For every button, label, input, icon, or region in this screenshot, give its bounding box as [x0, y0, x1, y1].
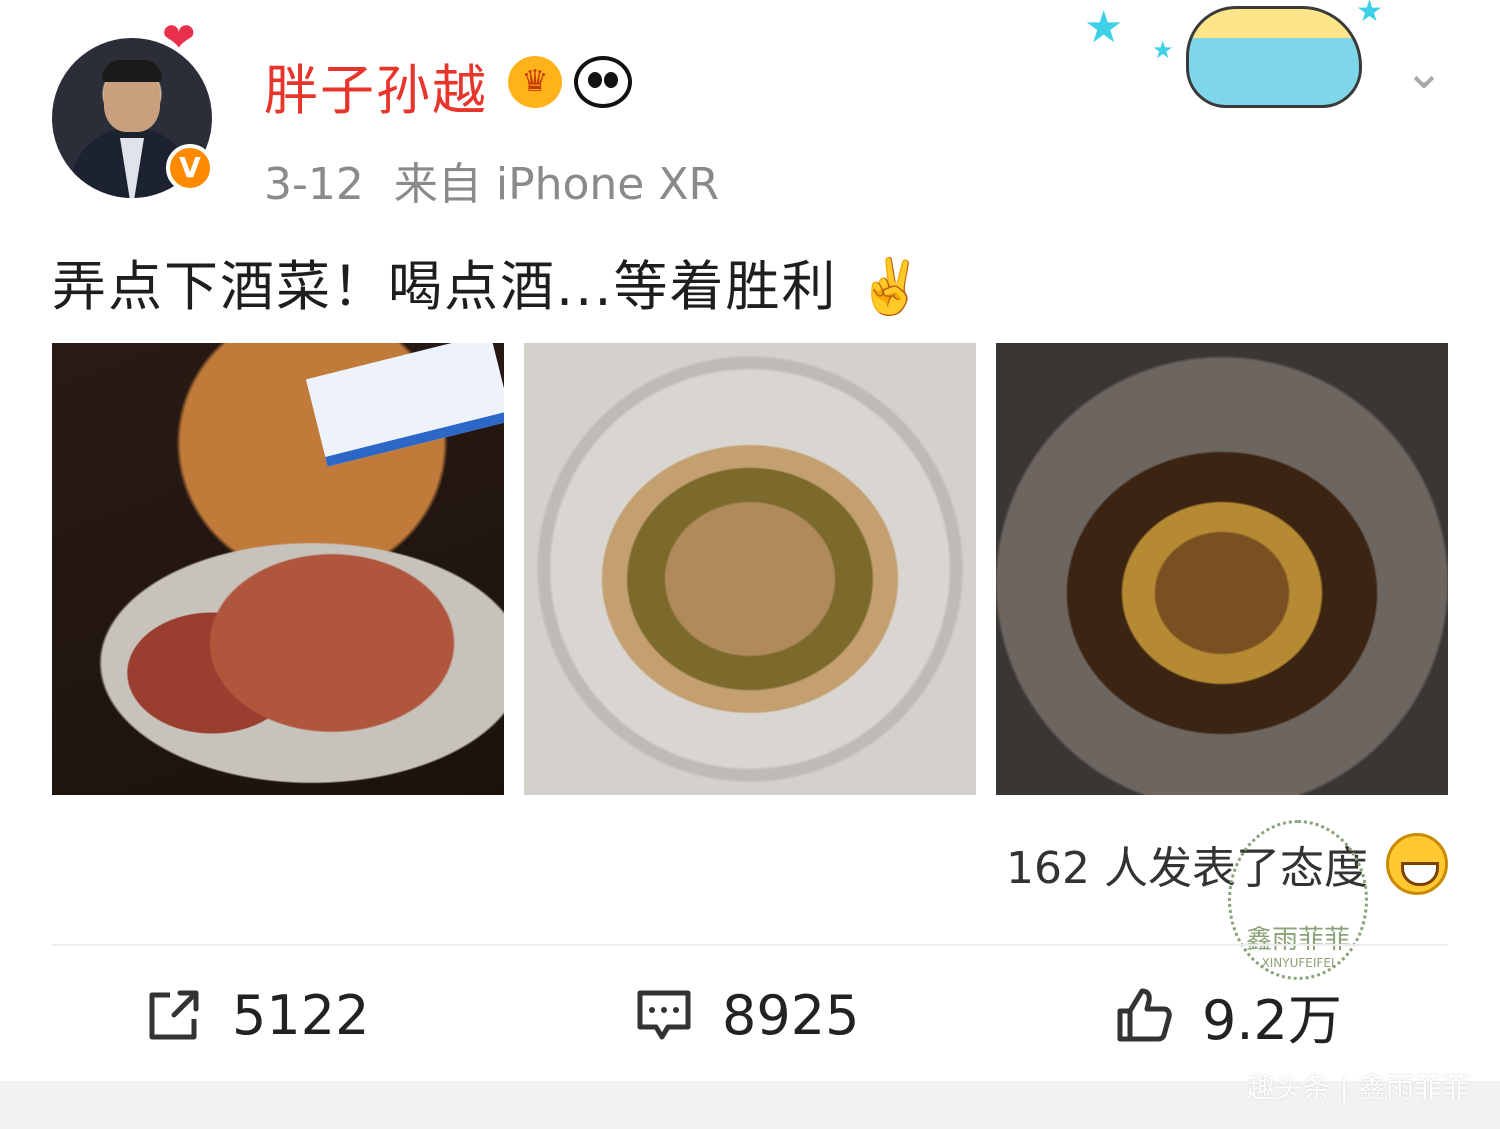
crown-badge-icon[interactable]: ♛ — [508, 56, 562, 108]
post-text-body: 弄点下酒菜！喝点酒...等着胜利 — [52, 255, 838, 318]
verified-badge-icon: V — [166, 144, 214, 192]
heart-decoration-icon: ❤ — [162, 15, 196, 61]
thumbs-up-icon — [1117, 988, 1172, 1042]
post-meta: 3-12 来自 iPhone XR — [264, 148, 719, 212]
panda-badge-icon[interactable] — [574, 56, 632, 108]
chevron-down-icon[interactable]: ⌄ — [1396, 44, 1452, 100]
username[interactable]: 胖子孙越 — [264, 46, 488, 125]
share-count: 5122 — [232, 983, 370, 1047]
like-button[interactable]: 9.2万 — [1114, 965, 1342, 1065]
comment-button[interactable]: 8925 — [634, 965, 859, 1065]
like-count: 9.2万 — [1202, 988, 1342, 1052]
comment-icon — [637, 990, 691, 1040]
watermark-logo: 鑫雨菲菲 XINYUFEIFEI — [1228, 820, 1368, 980]
share-button[interactable]: 5122 — [144, 965, 369, 1065]
divider — [52, 944, 1448, 946]
avatar[interactable]: V — [52, 38, 214, 200]
photo-thumbnail[interactable] — [52, 343, 504, 795]
star-icon: ★ — [1084, 2, 1124, 53]
share-icon — [149, 990, 199, 1040]
wipes-pack — [305, 343, 504, 467]
photo-thumbnail[interactable] — [996, 343, 1448, 795]
photo-thumbnail[interactable] — [524, 343, 976, 795]
post-date: 3-12 — [264, 159, 364, 210]
star-icon: ★ — [1356, 0, 1383, 29]
photo-grid — [52, 343, 1448, 795]
grinning-face-icon — [1386, 833, 1448, 895]
star-icon: ★ — [1152, 36, 1174, 64]
post-source: 来自 iPhone XR — [393, 159, 720, 210]
reactions-summary[interactable]: 162 人发表了态度 — [1006, 832, 1448, 896]
airplane-decoration-icon — [1186, 6, 1362, 108]
action-bar: 5122 8925 9.2万 — [0, 965, 1500, 1065]
post-text: 弄点下酒菜！喝点酒...等着胜利 ✌️ — [52, 242, 926, 321]
victory-hand-icon: ✌️ — [856, 255, 926, 318]
watermark-main: 鑫雨菲菲 — [1245, 925, 1350, 955]
footer-watermark: 趣头条 | 鑫雨菲菲 — [1246, 1071, 1470, 1104]
comment-count: 8925 — [722, 983, 860, 1047]
